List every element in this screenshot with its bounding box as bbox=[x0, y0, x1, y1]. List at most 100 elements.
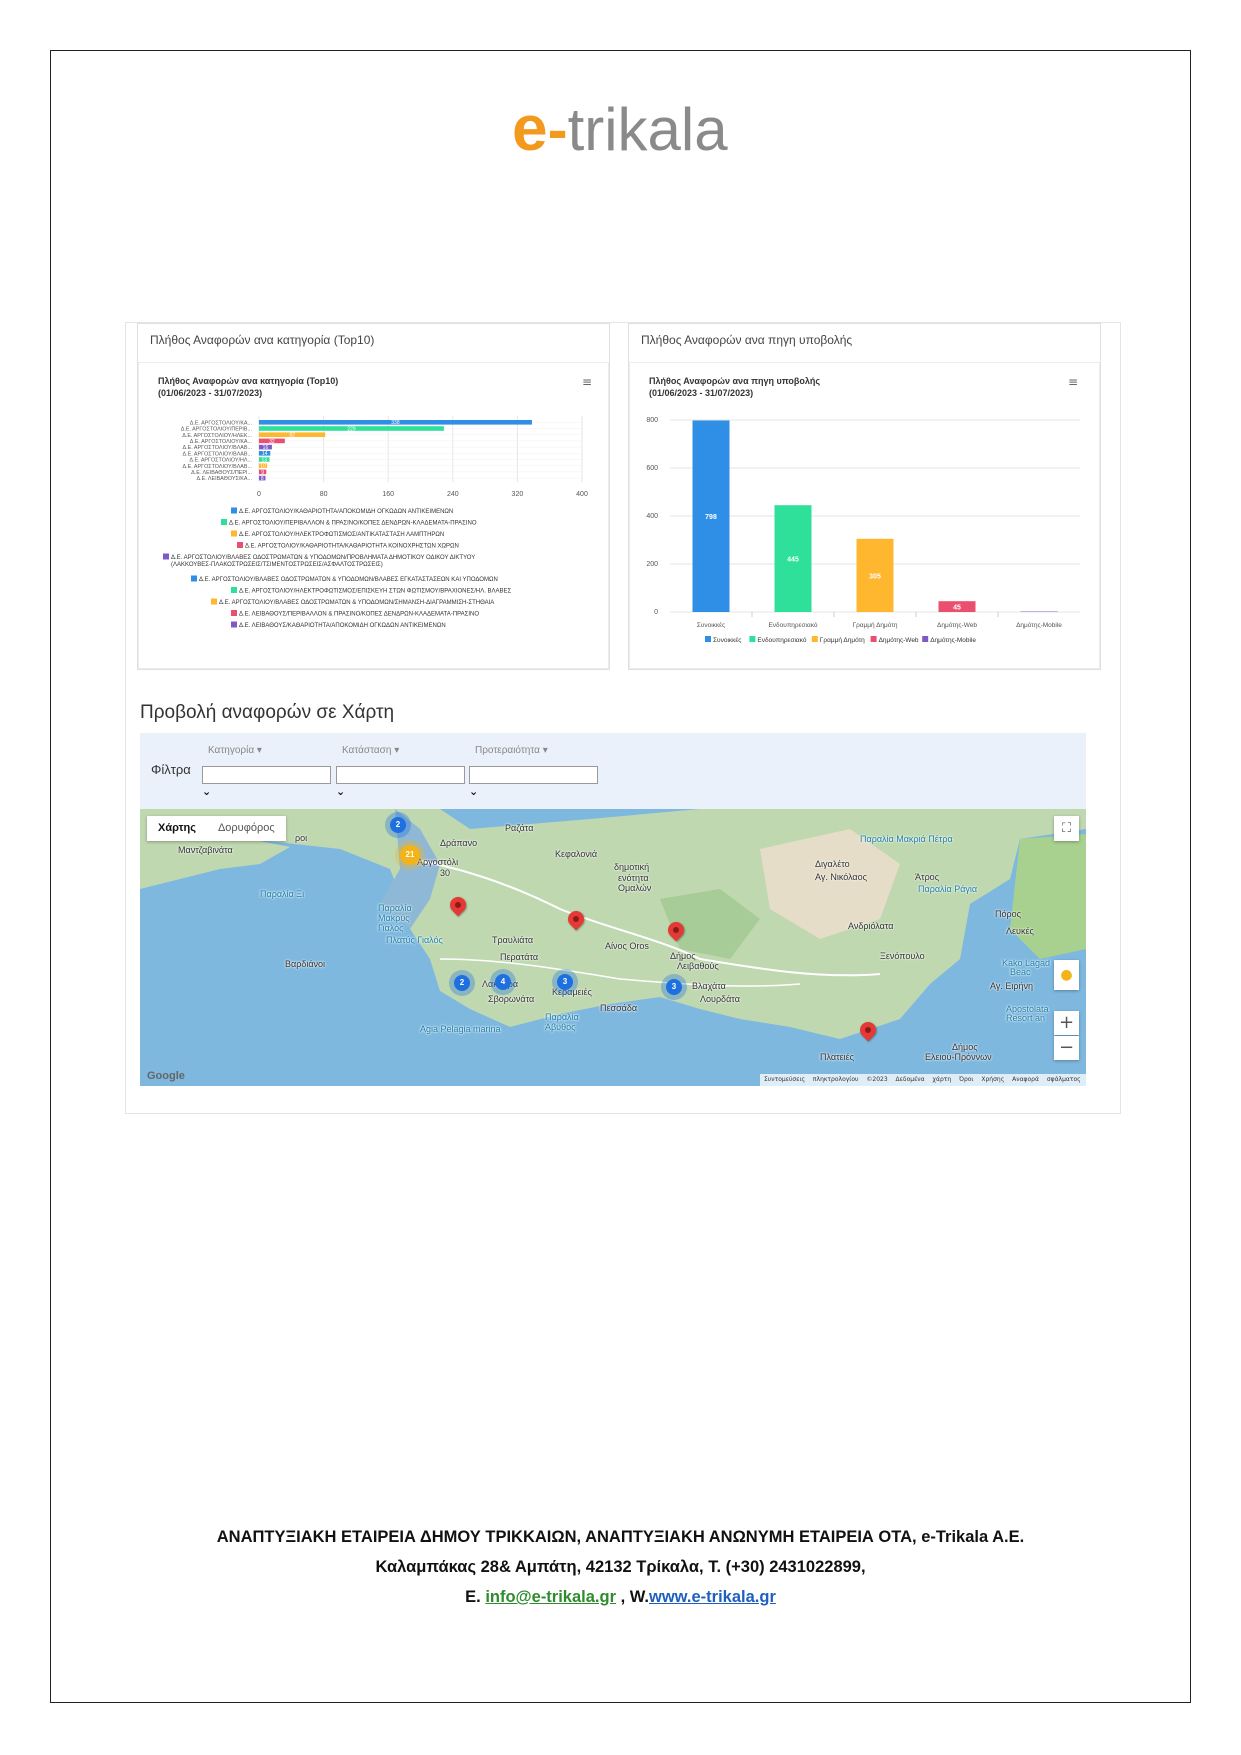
filters-label: Φίλτρα bbox=[151, 762, 191, 777]
chevron-down-icon[interactable]: ⌄ bbox=[336, 785, 345, 798]
zoom-in-button[interactable]: + bbox=[1054, 1011, 1079, 1035]
map-place-label: Resort an bbox=[1006, 1013, 1046, 1023]
map-place-label: Τραυλιάτα bbox=[492, 935, 534, 945]
map-place-label: Ραζάτα bbox=[505, 823, 534, 833]
legend-label: Δ.Ε. ΑΡΓΟΣΤΟΛΙΟΥ/ΒΛΑΒΕΣ ΟΔΟΣΤΡΩΜΑΤΩΝ & Υ… bbox=[199, 577, 498, 583]
map-place-label: Beac bbox=[1010, 967, 1031, 977]
map-type-map[interactable]: Χάρτης bbox=[147, 816, 207, 841]
map-place-label: Πόρος bbox=[995, 909, 1021, 919]
chevron-down-icon[interactable]: ⌄ bbox=[202, 785, 211, 798]
legend-label: Δ.Ε. ΑΡΓΟΣΤΟΛΙΟΥ/ΗΛΕΚΤΡΟΦΩΤΙΣΜΟΣ/ΑΝΤΙΚΑΤ… bbox=[239, 532, 444, 538]
map-place-label: Μακρύς bbox=[378, 913, 410, 923]
map-place-label: ροι bbox=[295, 833, 308, 843]
map-place-label: Αγ. Νικόλαος bbox=[815, 872, 867, 882]
logo-dash: - bbox=[547, 96, 568, 163]
filter-status-select[interactable] bbox=[336, 766, 465, 784]
map-pin-dot bbox=[571, 914, 581, 924]
map-place-label: Δράπανο bbox=[440, 838, 478, 848]
category-label: Δ.Ε. ΛΕΙΒΑΘΟΥΣ/ΠΕΡΙ... bbox=[191, 470, 252, 476]
x-tick-label: 160 bbox=[382, 491, 394, 498]
street-view-pegman-icon[interactable]: ● bbox=[1054, 960, 1079, 990]
map-cluster-marker[interactable]: 3 bbox=[666, 979, 682, 995]
bar-value-label: 338 bbox=[391, 420, 400, 426]
filter-category-label[interactable]: Κατηγορία ▾ bbox=[208, 745, 262, 756]
legend-label: Δ.Ε. ΑΡΓΟΣΤΟΛΙΟΥ/ΚΑΘΑΡΙΟΤΗΤΑ/ΑΠΟΚΟΜΙΔΗ Ο… bbox=[239, 509, 453, 515]
legend-swatch bbox=[231, 507, 237, 514]
category-label: Δ.Ε. ΑΡΓΟΣΤΟΛΙΟΥ/ΒΛΑΒ... bbox=[183, 445, 252, 451]
map-place-label: Πλατύς Γιαλός bbox=[386, 935, 443, 945]
map-cluster-marker[interactable]: 2 bbox=[390, 817, 406, 833]
chevron-down-icon[interactable]: ⌄ bbox=[469, 785, 478, 798]
bar-value-label: 229 bbox=[347, 426, 356, 432]
category-label: Δημότης-Web bbox=[937, 621, 977, 629]
legend-label: Ενδουπηρεσιακό bbox=[757, 636, 806, 644]
legend-label: Δ.Ε. ΑΡΓΟΣΤΟΛΙΟΥ/ΒΛΑΒΕΣ ΟΔΟΣΤΡΩΜΑΤΩΝ & Υ… bbox=[219, 600, 494, 606]
logo-e: e bbox=[512, 92, 548, 164]
source-panel-header: Πλήθος Αναφορών ανα πηγη υποβολής bbox=[629, 324, 1100, 363]
map-type-satellite[interactable]: Δορυφόρος bbox=[207, 816, 286, 841]
map-place-label: Άβυθος bbox=[545, 1022, 576, 1032]
map-pin-dot bbox=[671, 925, 681, 935]
category-label: Δ.Ε. ΑΡΓΟΣΤΟΛΙΟΥ/ΗΛ... bbox=[189, 458, 252, 464]
map-section-title: Προβολή αναφορών σε Χάρτη bbox=[140, 702, 395, 723]
web-prefix: , W. bbox=[616, 1588, 650, 1606]
x-tick-label: 400 bbox=[576, 491, 588, 498]
bar-value-label: 82 bbox=[289, 433, 295, 439]
filter-priority-label[interactable]: Προτεραιότητα ▾ bbox=[475, 745, 548, 756]
reports-map[interactable]: Χάρτης Δορυφόρος ⛶ ● + − Ραζάτα Δράπανο Αρ… bbox=[140, 809, 1086, 1086]
category-label: Δ.Ε. ΑΡΓΟΣΤΟΛΙΟΥ/ΚΑ... bbox=[190, 439, 252, 445]
legend-swatch bbox=[231, 587, 237, 593]
zoom-out-button[interactable]: − bbox=[1054, 1036, 1079, 1060]
map-place-label: Αγ. Ειρήνη bbox=[990, 981, 1033, 991]
map-place-label: Βλαχάτα bbox=[692, 981, 726, 991]
map-place-label: Γιαλός bbox=[378, 923, 404, 933]
map-cluster-marker[interactable]: 4 bbox=[495, 974, 511, 990]
website-link[interactable]: www.e-trikala.gr bbox=[649, 1588, 776, 1606]
footer-contact: Ε. info@e-trikala.gr , W.www.e-trikala.g… bbox=[60, 1588, 1181, 1607]
map-cluster-marker[interactable]: 2 bbox=[454, 975, 470, 991]
filter-priority-select[interactable] bbox=[469, 766, 598, 784]
legend-swatch bbox=[237, 542, 243, 548]
map-attribution[interactable]: Συντομεύσεις πληκτρολογίου ©2023 Δεδομέν… bbox=[760, 1074, 1086, 1086]
category-label: Δ.Ε. ΑΡΓΟΣΤΟΛΙΟΥ/ΒΛΑΒ... bbox=[183, 451, 252, 457]
x-tick-label: 0 bbox=[257, 491, 261, 498]
bar-value-label: 45 bbox=[953, 605, 961, 612]
coast-land bbox=[1010, 834, 1086, 959]
map-place-label: Παραλία bbox=[378, 903, 412, 913]
legend-swatch bbox=[221, 519, 227, 525]
map-place-label: Κεραμειές bbox=[552, 987, 592, 997]
map-place-label: 30 bbox=[440, 868, 451, 878]
map-place-label: Λειβαθούς bbox=[677, 961, 719, 971]
footer-address: Καλαμπάκας 28& Αμπάτη, 42132 Τρίκαλα, Τ.… bbox=[375, 1558, 866, 1576]
fullscreen-button[interactable]: ⛶ bbox=[1054, 816, 1079, 841]
legend-label: Γραμμή Δημότη bbox=[820, 636, 865, 644]
email-link[interactable]: info@e-trikala.gr bbox=[485, 1588, 616, 1606]
category-label: Δ.Ε. ΑΡΓΟΣΤΟΛΙΟΥ/ΚΑ... bbox=[190, 420, 252, 426]
category-chart-box: Πλήθος Αναφορών ανα κατηγορία (Top10) (0… bbox=[138, 362, 609, 669]
map-place-label: Παραλία bbox=[545, 1012, 579, 1022]
legend-swatch bbox=[922, 636, 929, 642]
legend-label: Δ.Ε. ΑΡΓΟΣΤΟΛΙΟΥ/ΚΑΘΑΡΙΟΤΗΤΑ/ΚΑΘΑΡΙΟΤΗΤΑ… bbox=[245, 544, 459, 550]
map-place-label: Περατάτα bbox=[500, 952, 539, 962]
filter-status-label[interactable]: Κατάσταση ▾ bbox=[342, 745, 399, 756]
bar-value-label: 9 bbox=[261, 470, 264, 476]
bar-value-label: 305 bbox=[869, 573, 881, 580]
legend-swatch bbox=[749, 636, 756, 642]
legend-swatch bbox=[870, 636, 877, 642]
map-place-label: Agia Pelagia marina bbox=[420, 1024, 501, 1034]
filter-category-select[interactable] bbox=[202, 766, 331, 784]
map-pin-dot bbox=[453, 900, 463, 910]
x-tick-label: 80 bbox=[320, 491, 328, 498]
logo-text: trikala bbox=[567, 96, 728, 163]
bar-value-label: 445 bbox=[787, 557, 799, 564]
category-label: Δ.Ε. ΑΡΓΟΣΤΟΛΙΟΥ/ΠΕΡΙΒ... bbox=[181, 427, 252, 433]
category-bar-chart: 0 80 160 240 320 400 338 Δ.Ε. ΑΡΓΟΣΤΟΛΙΟΥ/ΚΑ...… bbox=[163, 416, 588, 629]
map-cluster-marker[interactable]: 21 bbox=[400, 845, 420, 865]
map-place-label: Διγαλέτο bbox=[815, 859, 850, 869]
legend-label: Δημότης-Mobile bbox=[930, 636, 976, 644]
map-cluster-marker[interactable]: 3 bbox=[557, 974, 573, 990]
map-place-label: Παραλία Μακριά Πέτρα bbox=[860, 834, 953, 844]
x-tick-label: 240 bbox=[447, 491, 459, 498]
map-place-label: ενότητα bbox=[618, 873, 649, 883]
category-label: Ενδουπηρεσιακό bbox=[768, 621, 817, 629]
